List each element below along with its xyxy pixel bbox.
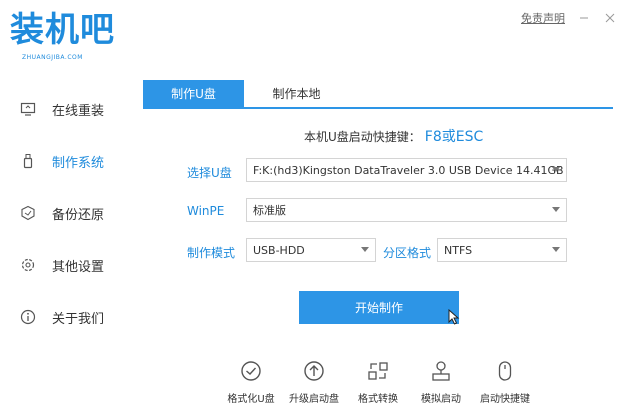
tab-make-usb[interactable]: 制作U盘 — [143, 80, 244, 107]
sidebar-item-label: 关于我们 — [52, 311, 105, 327]
tool-simulate-boot[interactable]: 模拟启动 — [411, 360, 471, 405]
tab-make-local[interactable]: 制作本地 — [244, 80, 349, 107]
close-button[interactable] — [603, 11, 617, 25]
tool-label: 格式化U盘 — [227, 394, 275, 405]
sidebar-item-online-reinstall[interactable]: 在线重装 — [20, 94, 104, 124]
tool-label: 启动快捷键 — [480, 394, 530, 405]
tool-label: 格式转换 — [358, 394, 398, 405]
simulate-icon — [432, 361, 450, 381]
hotkey-label: 本机U盘启动快捷键： — [304, 130, 421, 144]
sidebar-item-label: 在线重装 — [52, 103, 105, 119]
tool-format-convert[interactable]: 格式转换 — [348, 360, 408, 405]
chevron-down-icon — [361, 247, 369, 252]
sidebar-item-make-system[interactable]: 制作系统 — [20, 146, 104, 176]
winpe-select-value: 标准版 — [253, 204, 286, 217]
close-icon — [605, 13, 615, 23]
info-icon — [20, 309, 36, 325]
partition-select-value: NTFS — [444, 243, 473, 257]
winpe-select[interactable]: 标准版 — [246, 198, 567, 222]
usb-label: 选择U盘 — [187, 166, 232, 180]
usb-select[interactable]: F:K:(hd3)Kingston DataTraveler 3.0 USB D… — [246, 158, 567, 182]
logo: 装机吧 ZHUANGJIBA.COM — [10, 10, 130, 70]
tool-format-usb[interactable]: 格式化U盘 — [221, 360, 281, 405]
sidebar-item-label: 备份还原 — [52, 207, 105, 223]
chevron-down-icon — [552, 247, 560, 252]
tool-upgrade-boot-disk[interactable]: 升级启动盘 — [284, 360, 344, 405]
hotkey-info: 本机U盘启动快捷键： F8或ESC — [304, 126, 483, 146]
upgrade-icon — [304, 361, 324, 381]
tool-label: 模拟启动 — [421, 394, 461, 405]
logo-text: 装机吧 — [10, 10, 115, 50]
sidebar-item-label: 其他设置 — [52, 259, 105, 275]
sidebar-item-other-settings[interactable]: 其他设置 — [20, 250, 104, 280]
partition-label: 分区格式 — [383, 246, 432, 260]
minimize-icon — [580, 17, 588, 19]
mouse-icon — [498, 361, 512, 381]
chevron-down-icon — [552, 207, 560, 212]
check-circle-icon — [241, 361, 261, 381]
mode-select-value: USB-HDD — [253, 243, 305, 257]
tab-bar: 制作U盘 制作本地 — [143, 80, 613, 109]
sidebar-item-about-us[interactable]: 关于我们 — [20, 302, 104, 332]
window-controls: 免责声明 — [521, 10, 617, 26]
sidebar-item-label: 制作系统 — [52, 155, 105, 171]
usb-select-value: F:K:(hd3)Kingston DataTraveler 3.0 USB D… — [253, 163, 564, 177]
backup-icon — [20, 205, 36, 221]
minimize-button[interactable] — [577, 11, 591, 25]
chevron-down-icon — [552, 167, 560, 172]
mode-select[interactable]: USB-HDD — [246, 238, 376, 262]
cursor-icon — [448, 309, 460, 325]
partition-select[interactable]: NTFS — [437, 238, 567, 262]
winpe-label: WinPE — [187, 204, 225, 218]
disclaimer-link[interactable]: 免责声明 — [521, 10, 565, 26]
hotkey-keys: F8或ESC — [424, 129, 484, 145]
tool-boot-hotkey[interactable]: 启动快捷键 — [475, 360, 535, 405]
convert-icon — [368, 362, 388, 380]
logo-subtext: ZHUANGJIBA.COM — [22, 54, 83, 61]
start-button[interactable]: 开始制作 — [299, 291, 459, 324]
gear-icon — [20, 257, 36, 273]
usb-icon — [20, 153, 36, 169]
sidebar-item-backup-restore[interactable]: 备份还原 — [20, 198, 104, 228]
monitor-icon — [20, 101, 36, 117]
tool-label: 升级启动盘 — [289, 394, 339, 405]
mode-label: 制作模式 — [187, 246, 236, 260]
